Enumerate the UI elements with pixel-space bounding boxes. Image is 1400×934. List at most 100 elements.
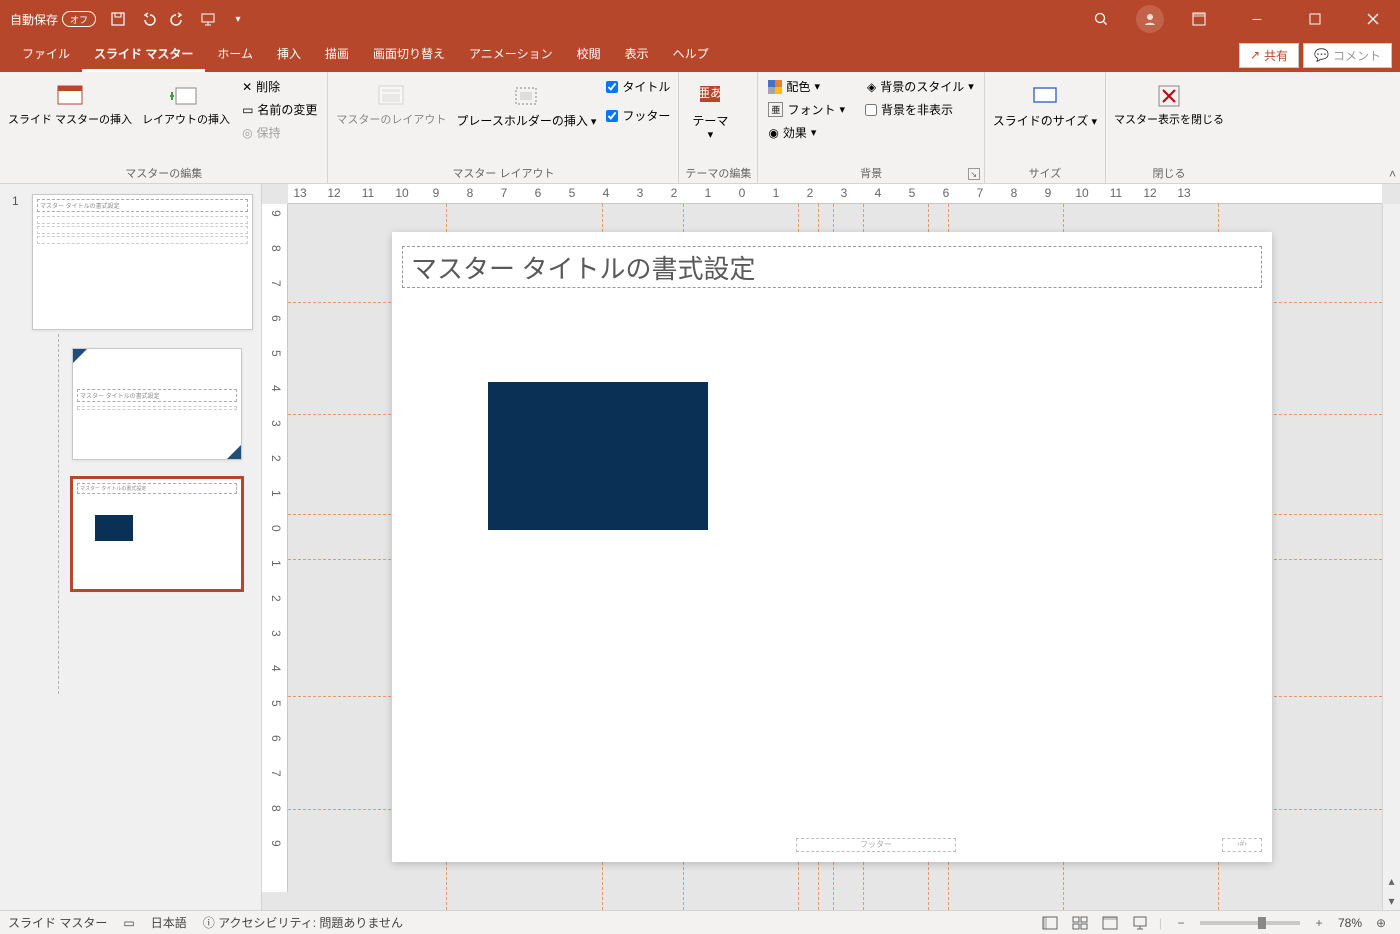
theme-button[interactable]: 亜あ テーマ▾ — [685, 76, 735, 146]
fit-window-icon[interactable]: ⊕ — [1370, 914, 1392, 932]
effects-icon: ◉ — [768, 126, 778, 140]
group-background: 配色 ▾ 亜フォント ▾ ◉効果 ▾ ◈背景のスタイル ▾ 背景を非表示 背景 … — [758, 72, 984, 183]
scroll-up-icon[interactable]: ▴ — [1383, 872, 1400, 890]
tab-transitions[interactable]: 画面切り替え — [361, 38, 457, 72]
insert-layout-button[interactable]: レイアウトの挿入 — [140, 76, 232, 131]
footer-checkbox[interactable]: フッター — [604, 105, 672, 126]
share-button[interactable]: ↗共有 — [1239, 43, 1299, 68]
fonts-button[interactable]: 亜フォント ▾ — [764, 99, 849, 120]
canvas[interactable]: マスター タイトルの書式設定 フッター ‹#› — [288, 204, 1382, 910]
thumb-body-ph — [77, 406, 237, 410]
zoom-handle[interactable] — [1258, 917, 1266, 929]
title-checkbox-input[interactable] — [606, 81, 618, 93]
footer-checkbox-input[interactable] — [606, 110, 618, 122]
horizontal-ruler[interactable]: 13121110987654321012345678910111213 — [288, 184, 1382, 204]
rename-button[interactable]: ▭名前の変更 — [238, 99, 321, 120]
insert-slide-master-button[interactable]: スライド マスターの挿入 — [6, 76, 134, 131]
tab-view[interactable]: 表示 — [613, 38, 661, 72]
slideshow-icon[interactable] — [198, 9, 218, 29]
search-icon[interactable] — [1078, 0, 1124, 38]
maximize-icon[interactable] — [1292, 0, 1338, 38]
tab-animations[interactable]: アニメーション — [457, 38, 565, 72]
tab-review[interactable]: 校閲 — [565, 38, 613, 72]
group-size: スライドのサイズ ▾ サイズ — [985, 72, 1106, 183]
group-close: マスター表示を閉じる 閉じる — [1106, 72, 1232, 183]
hide-bg-checkbox[interactable]: 背景を非表示 — [863, 99, 978, 120]
thumb-title-ph: マスター タイトルの書式設定 — [37, 199, 248, 212]
a11y-feedback-icon[interactable]: ▭ — [123, 916, 134, 930]
insert-placeholder-icon — [510, 80, 542, 112]
slide-size-icon — [1029, 80, 1061, 112]
delete-icon: ✕ — [242, 80, 252, 94]
master-thumbnail[interactable]: マスター タイトルの書式設定 — [32, 194, 253, 330]
status-language[interactable]: 日本語 — [151, 914, 187, 931]
tab-home[interactable]: ホーム — [205, 38, 265, 72]
background-dialog-launcher[interactable]: ↘ — [968, 168, 980, 180]
collapse-ribbon-icon[interactable]: ˄ — [1389, 167, 1396, 181]
qat-dropdown-icon[interactable]: ▾ — [228, 9, 248, 29]
zoom-in-icon[interactable]: + — [1308, 914, 1330, 932]
zoom-slider[interactable] — [1200, 921, 1300, 925]
ribbon-display-icon[interactable] — [1176, 0, 1222, 38]
autosave-toggle[interactable]: 自動保存 オフ — [10, 11, 96, 28]
thumb-body-ph — [37, 226, 248, 234]
hide-bg-label: 背景を非表示 — [881, 101, 953, 118]
corner-decoration — [73, 349, 87, 363]
delete-button[interactable]: ✕削除 — [238, 76, 321, 97]
user-avatar-icon[interactable] — [1136, 5, 1164, 33]
tab-draw[interactable]: 描画 — [313, 38, 361, 72]
scroll-down-icon[interactable]: ▾ — [1383, 892, 1400, 910]
normal-view-icon[interactable] — [1039, 914, 1061, 932]
hide-bg-input[interactable] — [865, 104, 877, 116]
effects-button[interactable]: ◉効果 ▾ — [764, 122, 849, 143]
save-icon[interactable] — [108, 9, 128, 29]
ribbon-tabs: ファイル スライド マスター ホーム 挿入 描画 画面切り替え アニメーション … — [0, 38, 1400, 72]
preserve-label: 保持 — [257, 124, 281, 141]
title-checkbox[interactable]: タイトル — [604, 76, 672, 97]
rename-icon: ▭ — [242, 103, 253, 117]
slide-size-button[interactable]: スライドのサイズ ▾ — [991, 76, 1099, 133]
insert-placeholder-button[interactable]: プレースホルダーの挿入 ▾ — [454, 76, 598, 133]
fonts-icon: 亜 — [768, 102, 783, 117]
layout-thumb-wrap-1: マスター タイトルの書式設定 — [8, 348, 253, 460]
tab-file[interactable]: ファイル — [10, 38, 82, 72]
redo-icon[interactable] — [168, 9, 188, 29]
bg-styles-label: 背景のスタイル — [880, 78, 964, 95]
comment-button[interactable]: 💬コメント — [1303, 43, 1392, 68]
tab-help[interactable]: ヘルプ — [661, 38, 721, 72]
vertical-scrollbar[interactable]: ▴ ▾ — [1382, 204, 1400, 910]
bg-styles-button[interactable]: ◈背景のスタイル ▾ — [863, 76, 978, 97]
tab-slide-master[interactable]: スライド マスター — [82, 38, 205, 72]
layout-thumbnail-2[interactable]: マスター タイトルの書式設定 — [72, 478, 242, 590]
master-thumb-wrap: 1 マスター タイトルの書式設定 — [8, 194, 253, 330]
thumb-title-ph: マスター タイトルの書式設定 — [77, 483, 237, 494]
thumbnail-pane[interactable]: 1 マスター タイトルの書式設定 マスター タイトルの書式設定 マスター タイト… — [0, 184, 262, 910]
slideshow-view-icon[interactable] — [1129, 914, 1151, 932]
reading-view-icon[interactable] — [1099, 914, 1121, 932]
sorter-view-icon[interactable] — [1069, 914, 1091, 932]
minimize-icon[interactable]: ─ — [1234, 0, 1280, 38]
slide[interactable]: マスター タイトルの書式設定 フッター ‹#› — [392, 232, 1272, 862]
vertical-ruler[interactable]: 9876543210123456789 — [262, 204, 288, 892]
slide-number-placeholder[interactable]: ‹#› — [1222, 838, 1262, 852]
tab-insert[interactable]: 挿入 — [265, 38, 313, 72]
zoom-out-icon[interactable]: − — [1170, 914, 1192, 932]
zoom-level[interactable]: 78% — [1338, 916, 1362, 930]
close-master-button[interactable]: マスター表示を閉じる — [1112, 76, 1226, 131]
preserve-button[interactable]: ◎ 保持 — [238, 122, 321, 143]
status-accessibility[interactable]: ⓘ アクセシビリティ: 問題ありません — [203, 914, 403, 931]
close-icon[interactable] — [1350, 0, 1396, 38]
undo-icon[interactable] — [138, 9, 158, 29]
status-bar: スライド マスター ▭ 日本語 ⓘ アクセシビリティ: 問題ありません | − … — [0, 910, 1400, 934]
title-checkbox-label: タイトル — [622, 78, 670, 95]
footer-placeholder[interactable]: フッター — [796, 838, 956, 852]
colors-button[interactable]: 配色 ▾ — [764, 76, 849, 97]
layout-thumbnail-1[interactable]: マスター タイトルの書式設定 — [72, 348, 242, 460]
a11y-label: アクセシビリティ: 問題ありません — [218, 916, 403, 930]
group-label-background: 背景 — [764, 163, 977, 183]
status-view[interactable]: スライド マスター — [8, 914, 107, 931]
rectangle-shape[interactable] — [488, 382, 708, 530]
title-placeholder[interactable]: マスター タイトルの書式設定 — [402, 246, 1262, 288]
preserve-icon: ◎ — [242, 126, 252, 140]
group-label-close: 閉じる — [1112, 163, 1226, 183]
